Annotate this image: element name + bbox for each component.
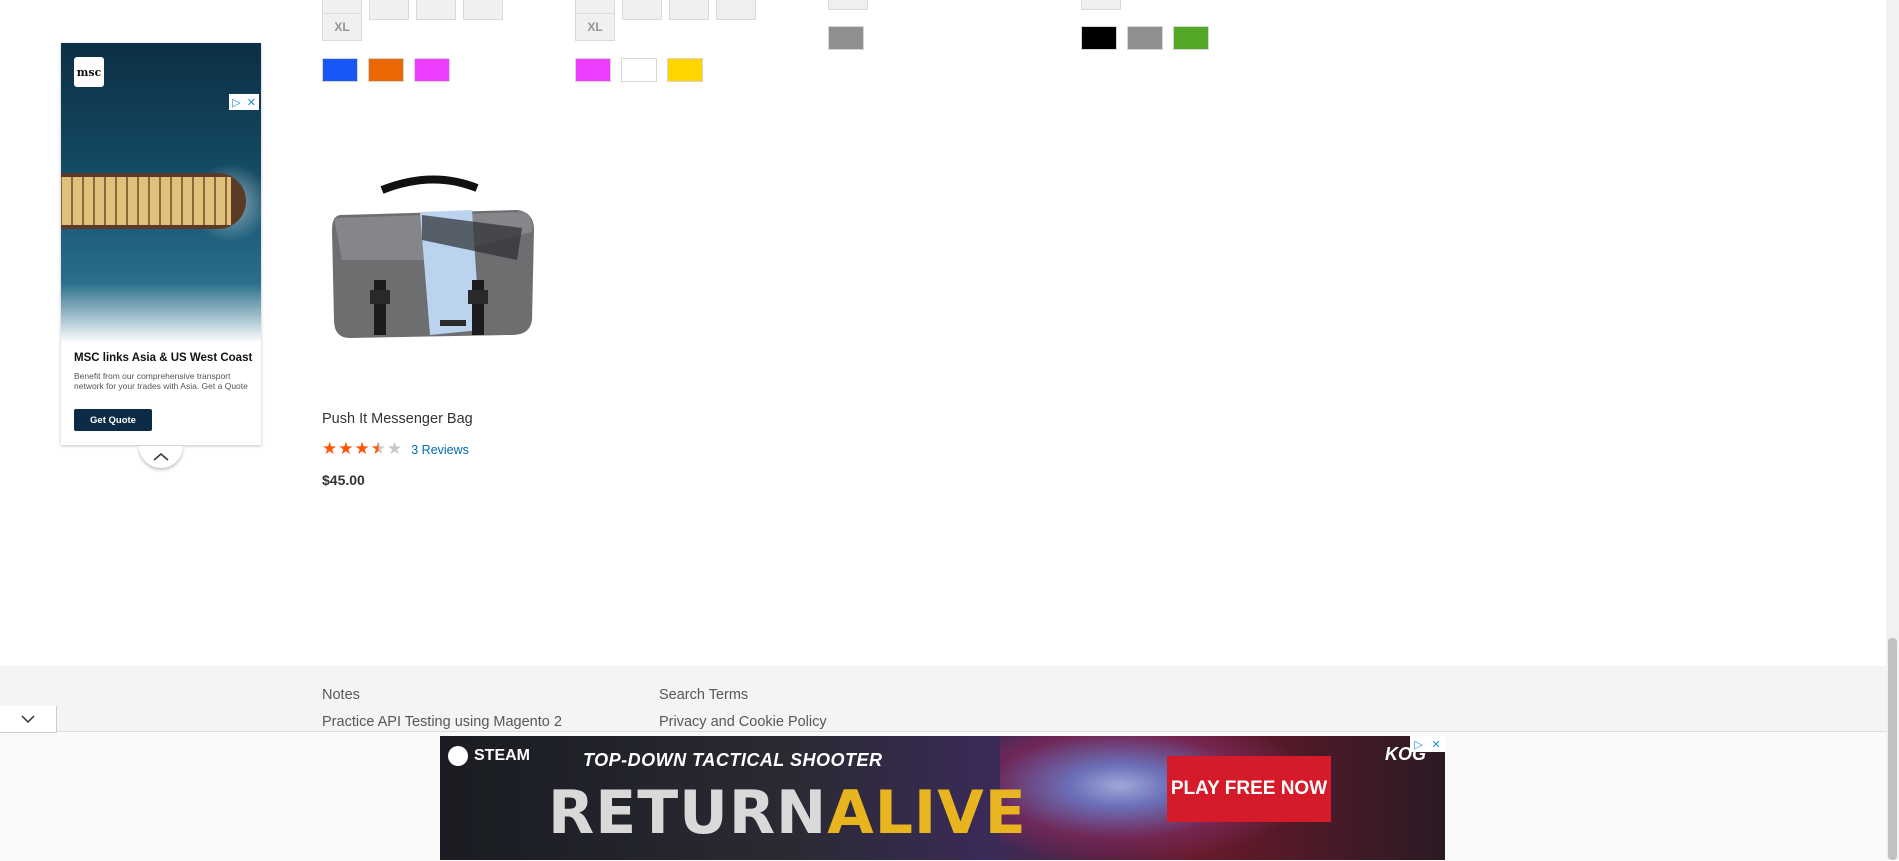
product-price: $45.00	[322, 472, 365, 488]
product-name-link[interactable]: Push It Messenger Bag	[322, 411, 473, 427]
play-free-now-button[interactable]: PLAY FREE NOW	[1167, 756, 1331, 822]
footer-link-notes[interactable]: Notes	[322, 687, 360, 703]
color-swatch[interactable]	[575, 58, 611, 82]
bottom-banner-ad[interactable]: STEAM TOP-DOWN TACTICAL SHOOTER RETURNAL…	[440, 736, 1445, 860]
page-scrollbar[interactable]	[1886, 0, 1899, 860]
footer-link-privacy[interactable]: Privacy and Cookie Policy	[659, 714, 827, 730]
size-swatch[interactable]	[463, 0, 503, 20]
steam-icon	[448, 746, 468, 766]
ad-choices-close[interactable]: ▷ ✕	[229, 94, 259, 110]
product-image[interactable]	[322, 170, 542, 370]
color-swatch[interactable]	[322, 58, 358, 82]
ad-headline[interactable]: MSC links Asia & US West Coast	[74, 352, 252, 364]
get-quote-button[interactable]: Get Quote	[74, 409, 152, 431]
color-swatch[interactable]	[1173, 26, 1209, 50]
star-icon: ★	[387, 439, 403, 458]
size-swatch[interactable]	[828, 0, 868, 10]
scrollbar-thumb[interactable]	[1888, 638, 1897, 860]
anchor-ad-collapse-button[interactable]	[0, 706, 57, 733]
ad-body-text: Benefit from our comprehensive transport…	[74, 371, 248, 391]
chevron-down-icon	[21, 715, 35, 724]
color-swatch[interactable]	[1127, 26, 1163, 50]
size-swatch[interactable]	[369, 0, 409, 20]
color-swatch[interactable]	[414, 58, 450, 82]
side-advertisement[interactable]: msc ▷ ✕ MSC links Asia & US West Coast B…	[61, 43, 261, 445]
close-icon[interactable]: ✕	[1431, 738, 1440, 751]
star-icon: ★	[370, 439, 386, 458]
star-icon: ★	[322, 439, 338, 458]
close-icon[interactable]: ✕	[247, 96, 256, 109]
color-swatch[interactable]	[1081, 26, 1117, 50]
ship-containers	[61, 177, 231, 225]
ad-choices-icon[interactable]: ▷	[1414, 738, 1422, 751]
size-swatch[interactable]	[669, 0, 709, 20]
ad-image-container-ship[interactable]: msc ▷ ✕	[61, 43, 261, 343]
size-swatch[interactable]	[416, 0, 456, 20]
color-swatch[interactable]	[828, 26, 864, 50]
ad-collapse-button[interactable]	[139, 446, 183, 468]
msc-logo: msc	[74, 57, 104, 87]
star-icon: ★	[338, 439, 354, 458]
size-swatch-xl[interactable]: XL	[575, 13, 615, 41]
product-rating: ★★★★★ 3 Reviews	[322, 440, 469, 459]
color-swatch[interactable]	[667, 58, 703, 82]
footer-link-practice-api[interactable]: Practice API Testing using Magento 2	[322, 714, 562, 730]
star-icon: ★	[354, 439, 370, 458]
ad-title-return: RETURN	[548, 778, 828, 848]
color-swatch[interactable]	[368, 58, 404, 82]
steam-label: STEAM	[474, 747, 530, 764]
steam-logo: STEAM	[448, 746, 530, 766]
color-swatch[interactable]	[621, 58, 657, 82]
size-swatch[interactable]	[1081, 0, 1121, 10]
ad-title-alive: ALIVE	[827, 778, 1027, 848]
ad-choices-close[interactable]: ▷ ✕	[1410, 736, 1445, 752]
size-swatch[interactable]	[716, 0, 756, 20]
ad-tagline: TOP-DOWN TACTICAL SHOOTER	[583, 750, 883, 770]
ad-choices-icon[interactable]: ▷	[232, 96, 240, 109]
size-swatch-xl[interactable]: XL	[322, 13, 362, 41]
rating-stars: ★★★★★	[322, 440, 403, 459]
ad-game-title: RETURNALIVE	[548, 778, 1027, 848]
footer-link-search-terms[interactable]: Search Terms	[659, 687, 748, 703]
size-swatch[interactable]	[622, 0, 662, 20]
reviews-link[interactable]: 3 Reviews	[411, 443, 469, 457]
chevron-up-icon	[153, 453, 169, 461]
